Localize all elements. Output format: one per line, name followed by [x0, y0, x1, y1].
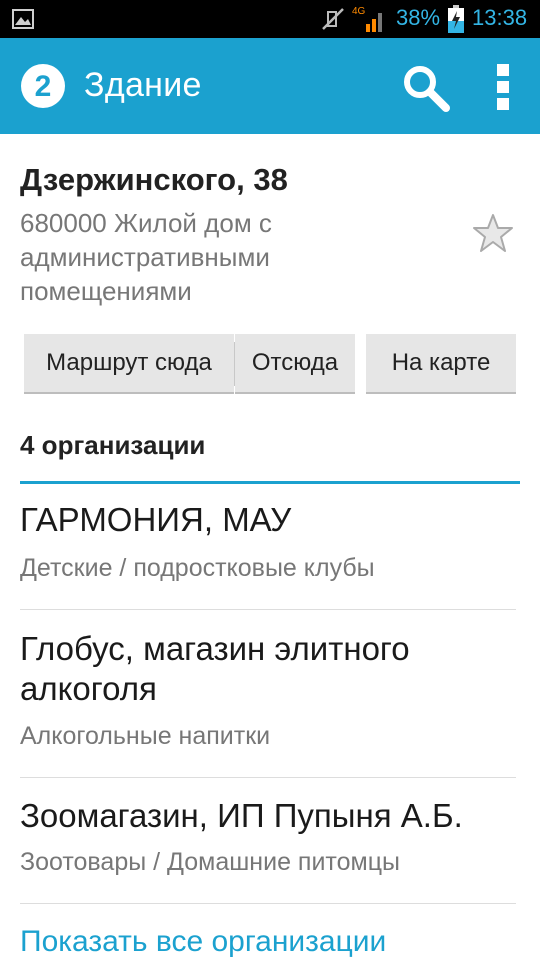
- from-here-button[interactable]: Отсюда: [235, 334, 355, 394]
- network-label: 4G: [352, 6, 366, 17]
- building-address: Дзержинского, 38: [20, 162, 288, 197]
- list-divider: [20, 903, 516, 904]
- star-outline-icon[interactable]: [472, 212, 514, 254]
- org-category: Алкогольные напитки: [20, 722, 271, 750]
- org-category: Детские / подростковые клубы: [20, 554, 375, 582]
- clock: 13:38: [472, 5, 528, 30]
- search-icon[interactable]: [400, 62, 452, 114]
- list-divider: [20, 609, 516, 610]
- org-name: ГАРМОНИЯ, МАУ: [20, 501, 292, 538]
- logo-text: 2: [35, 70, 52, 103]
- route-here-button[interactable]: Маршрут сюда: [24, 334, 234, 394]
- overflow-menu-icon[interactable]: [488, 62, 518, 112]
- organizations-heading: 4 организации: [20, 430, 206, 460]
- org-name: Зоомагазин, ИП Пупыня А.Б.: [20, 797, 463, 834]
- page-title: Здание: [84, 66, 202, 104]
- show-all-organizations-link[interactable]: Показать все организации: [20, 925, 386, 959]
- org-name: Глобус, магазин элитного алкоголя: [20, 630, 410, 707]
- signal-4g-icon: 4G: [352, 6, 382, 32]
- org-category: Зоотовары / Домашние питомцы: [20, 848, 400, 876]
- list-divider: [20, 777, 516, 778]
- battery-percent: 38%: [396, 5, 441, 30]
- action-bar: 2 Здание: [0, 38, 540, 134]
- battery-charging-icon: [448, 5, 464, 33]
- mute-icon: [322, 8, 344, 30]
- heading-divider: [20, 481, 520, 484]
- status-bar: 4G 38% 13:38: [0, 0, 540, 38]
- picture-notification-icon: [12, 9, 34, 29]
- on-map-button[interactable]: На карте: [366, 334, 516, 394]
- building-description: 680000 Жилой дом с административными пом…: [20, 208, 272, 306]
- app-logo-icon[interactable]: 2: [20, 63, 66, 109]
